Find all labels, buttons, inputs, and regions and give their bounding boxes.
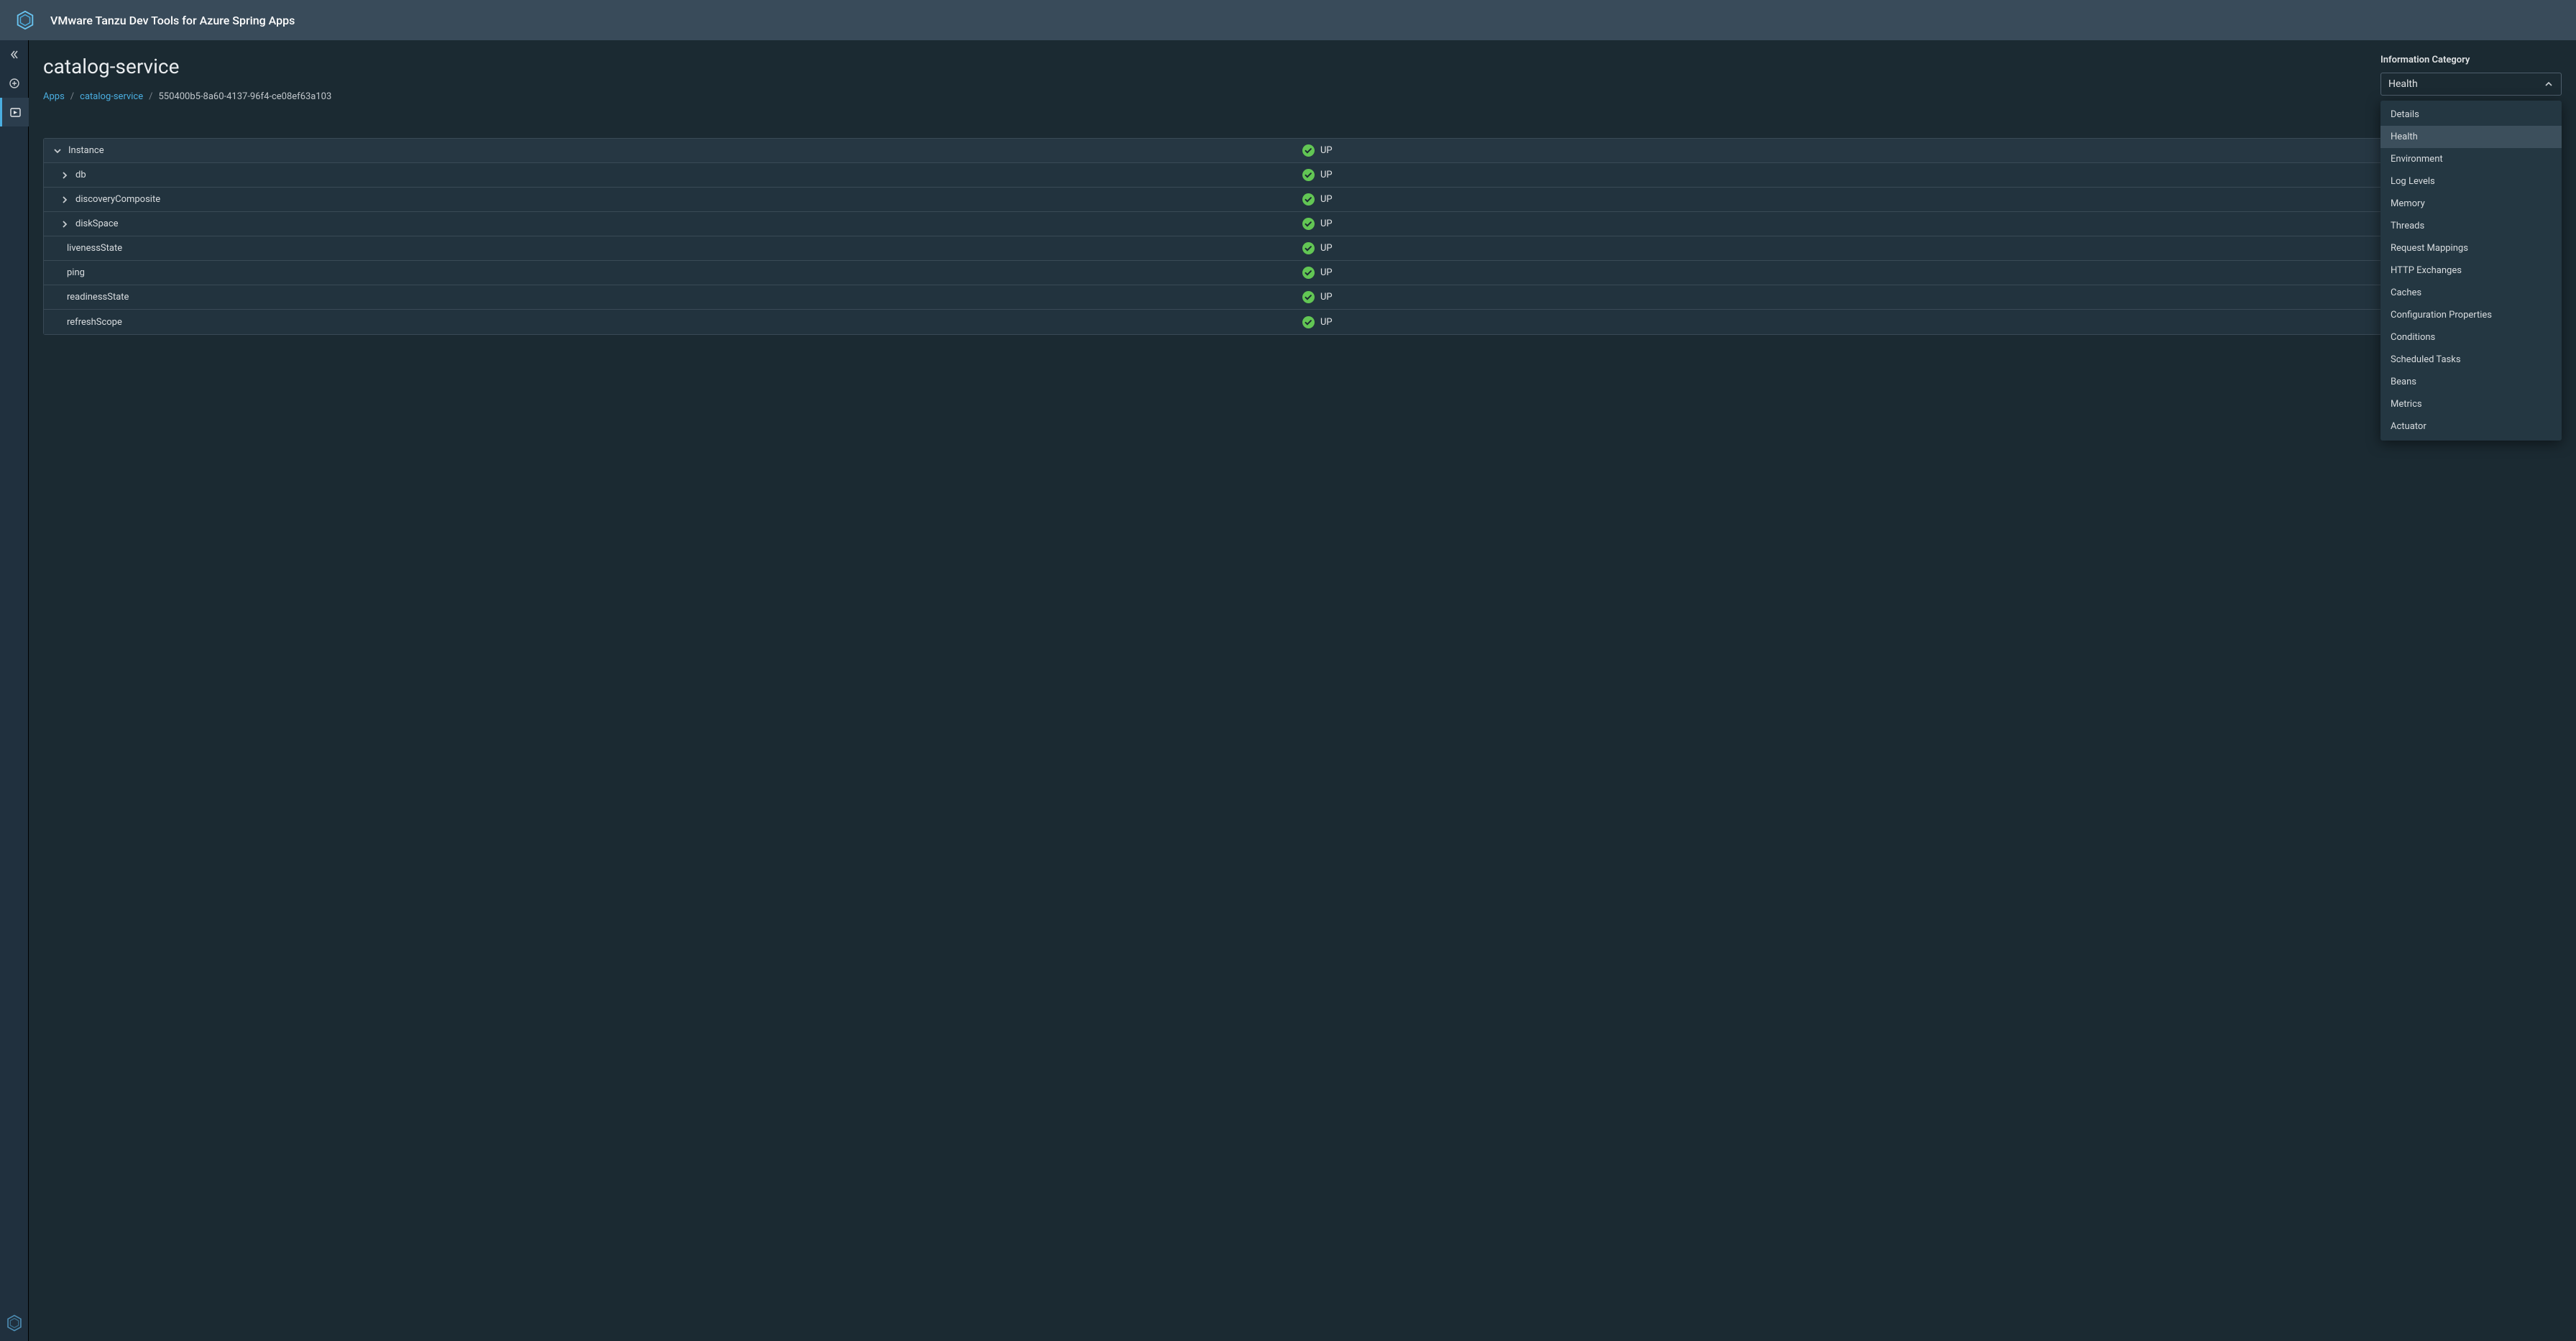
- status-up-icon: [1302, 218, 1315, 230]
- health-row-name: livenessState: [51, 243, 1302, 254]
- rail-add-button[interactable]: [0, 69, 29, 98]
- breadcrumb-service-link[interactable]: catalog-service: [80, 91, 143, 102]
- health-row-name: discoveryComposite: [75, 194, 1302, 205]
- health-row-name: Instance: [68, 145, 1302, 156]
- status-text: UP: [1320, 170, 1333, 180]
- breadcrumb: Apps / catalog-service / 550400b5-8a60-4…: [43, 91, 2352, 102]
- status-up-icon: [1302, 291, 1315, 303]
- dropdown-option[interactable]: Details: [2380, 103, 2562, 126]
- left-rail: [0, 40, 29, 1341]
- health-row-name: db: [75, 170, 1302, 180]
- health-row-status: UP: [1302, 193, 2554, 206]
- chevron-up-icon: [2544, 79, 2554, 89]
- breadcrumb-separator: /: [70, 91, 74, 102]
- health-child-row[interactable]: db UP: [44, 163, 2561, 188]
- status-text: UP: [1320, 243, 1333, 254]
- dropdown-option[interactable]: Conditions: [2380, 326, 2562, 349]
- breadcrumb-separator: /: [149, 91, 152, 102]
- chevron-down-icon[interactable]: [51, 147, 64, 155]
- health-child-row: readinessState UP: [44, 285, 2561, 310]
- dropdown-option[interactable]: Actuator: [2380, 415, 2562, 438]
- health-child-row: refreshScope UP: [44, 310, 2561, 334]
- dropdown-option[interactable]: Memory: [2380, 193, 2562, 215]
- breadcrumb-apps-link[interactable]: Apps: [43, 91, 65, 102]
- dropdown-option[interactable]: Beans: [2380, 371, 2562, 393]
- health-row-name: readinessState: [51, 292, 1302, 303]
- chevron-right-icon[interactable]: [58, 220, 71, 229]
- health-row-name: diskSpace: [75, 218, 1302, 229]
- health-row-status: UP: [1302, 144, 2554, 157]
- chevron-right-icon[interactable]: [58, 171, 71, 180]
- status-up-icon: [1302, 193, 1315, 206]
- health-row-status: UP: [1302, 267, 2554, 279]
- dropdown-option[interactable]: Log Levels: [2380, 170, 2562, 193]
- app-logo-icon: [14, 9, 36, 31]
- main-content: catalog-service Apps / catalog-service /…: [29, 40, 2576, 1341]
- dropdown-option[interactable]: Environment: [2380, 148, 2562, 170]
- health-row-name: ping: [51, 267, 1302, 278]
- dropdown-option[interactable]: Caches: [2380, 282, 2562, 304]
- status-text: UP: [1320, 267, 1333, 278]
- status-text: UP: [1320, 145, 1333, 156]
- health-child-row[interactable]: diskSpace UP: [44, 212, 2561, 236]
- info-category-select[interactable]: Health: [2380, 73, 2562, 96]
- info-category-dropdown: DetailsHealthEnvironmentLog LevelsMemory…: [2380, 101, 2562, 441]
- health-row-status: UP: [1302, 291, 2554, 303]
- breadcrumb-instance-id: 550400b5-8a60-4137-96f4-ce08ef63a103: [159, 91, 332, 102]
- dropdown-option[interactable]: Threads: [2380, 215, 2562, 237]
- health-row-status: UP: [1302, 316, 2554, 328]
- info-category-label: Information Category: [2380, 55, 2562, 65]
- app-title: VMware Tanzu Dev Tools for Azure Spring …: [50, 14, 295, 27]
- dropdown-option[interactable]: Configuration Properties: [2380, 304, 2562, 326]
- dropdown-option[interactable]: Request Mappings: [2380, 237, 2562, 259]
- chevron-right-icon[interactable]: [58, 195, 71, 204]
- health-child-row: livenessState UP: [44, 236, 2561, 261]
- rail-live-view-button[interactable]: [0, 98, 29, 126]
- health-row-status: UP: [1302, 242, 2554, 254]
- dropdown-option[interactable]: HTTP Exchanges: [2380, 259, 2562, 282]
- health-table: InstanceUPdbUPdiscoveryCompositeUPdiskSp…: [43, 138, 2562, 335]
- dropdown-option[interactable]: Metrics: [2380, 393, 2562, 415]
- info-category-selected-value: Health: [2388, 78, 2418, 90]
- rail-collapse-toggle[interactable]: [0, 40, 29, 69]
- page-title: catalog-service: [43, 55, 2352, 78]
- health-row-status: UP: [1302, 169, 2554, 181]
- status-up-icon: [1302, 267, 1315, 279]
- status-text: UP: [1320, 292, 1333, 303]
- health-child-row: ping UP: [44, 261, 2561, 285]
- health-row-status: UP: [1302, 218, 2554, 230]
- status-text: UP: [1320, 194, 1333, 205]
- dropdown-option[interactable]: Scheduled Tasks: [2380, 349, 2562, 371]
- health-child-row[interactable]: discoveryComposite UP: [44, 188, 2561, 212]
- status-up-icon: [1302, 169, 1315, 181]
- status-text: UP: [1320, 317, 1333, 328]
- status-up-icon: [1302, 242, 1315, 254]
- status-up-icon: [1302, 316, 1315, 328]
- info-category-group: Information Category Health DetailsHealt…: [2380, 55, 2562, 96]
- health-row-name: refreshScope: [51, 317, 1302, 328]
- health-root-row[interactable]: Instance UP: [44, 139, 2561, 163]
- dropdown-option[interactable]: Health: [2380, 126, 2562, 148]
- status-up-icon: [1302, 144, 1315, 157]
- rail-footer-logo-icon: [0, 1305, 29, 1341]
- top-header: VMware Tanzu Dev Tools for Azure Spring …: [0, 0, 2576, 40]
- status-text: UP: [1320, 218, 1333, 229]
